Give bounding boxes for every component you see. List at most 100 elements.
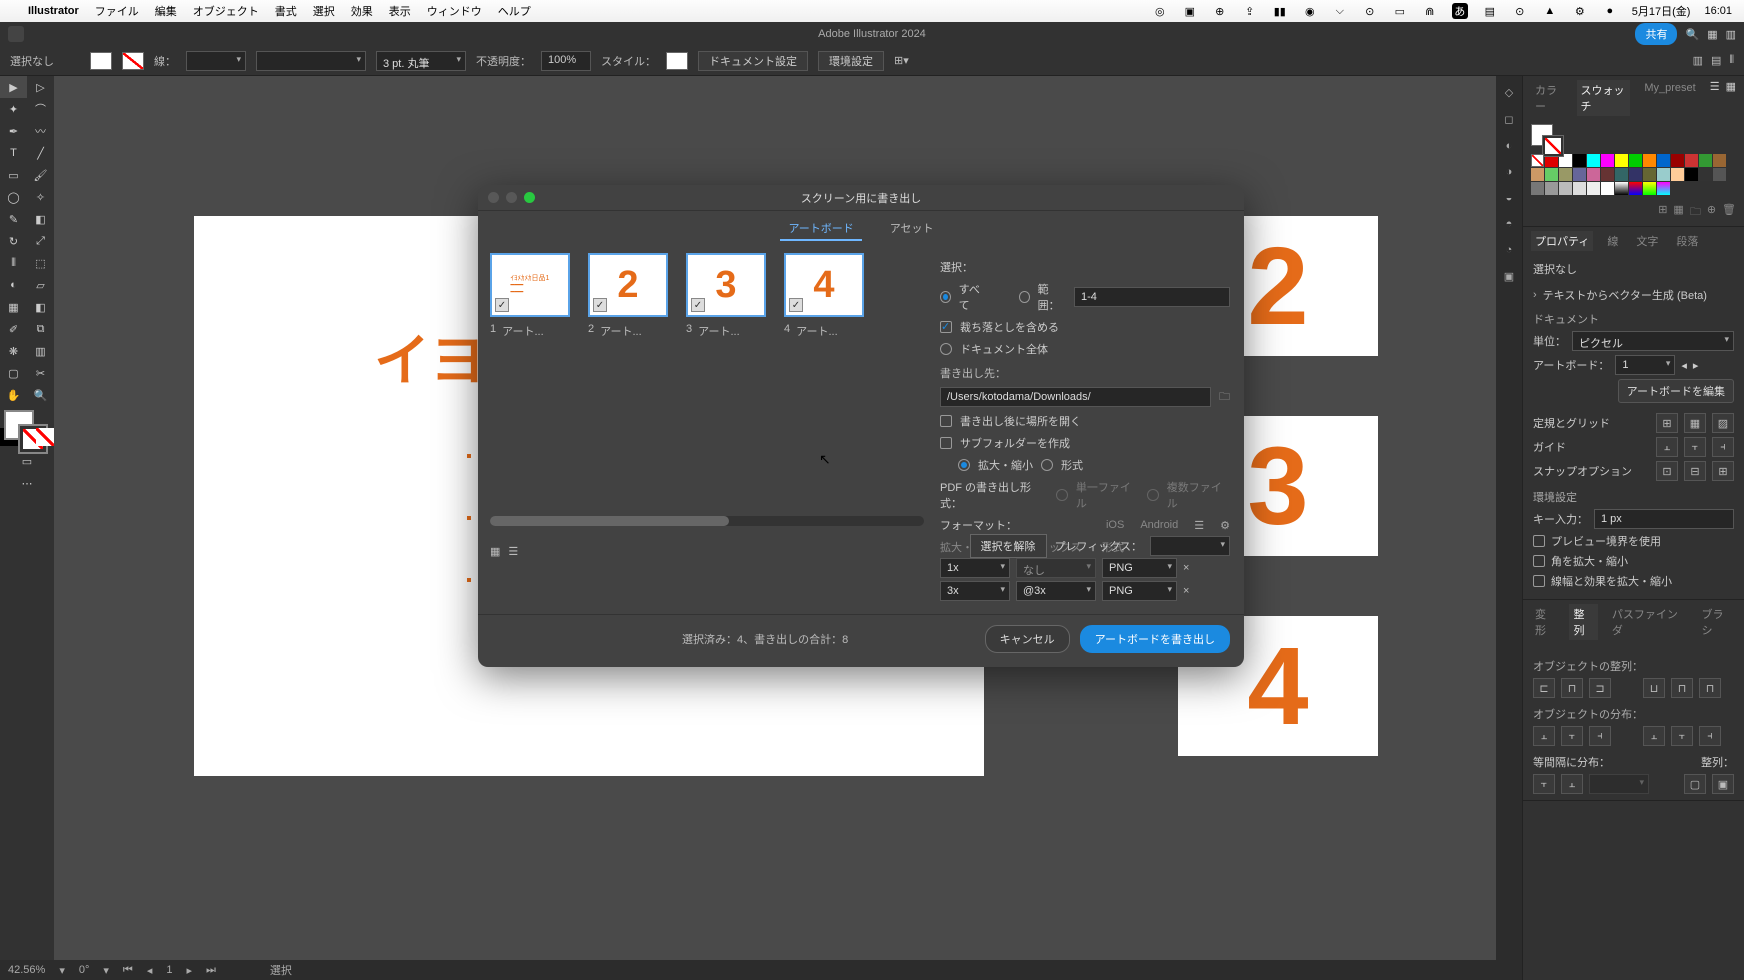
- radio-full-doc[interactable]: [940, 343, 952, 355]
- distribute-icon[interactable]: ⫞: [1699, 726, 1721, 746]
- align-vcenter-icon[interactable]: ⊓: [1671, 678, 1693, 698]
- stroke-swatch[interactable]: [122, 52, 144, 70]
- prev-artboard-icon[interactable]: ◂: [1681, 359, 1687, 372]
- nav-first-icon[interactable]: ⏮: [123, 964, 133, 977]
- key-input[interactable]: [1594, 509, 1734, 529]
- panel-icon[interactable]: ▤: [1711, 54, 1721, 67]
- direct-select-tool-icon[interactable]: ▷: [27, 76, 54, 98]
- battery-icon[interactable]: ▭: [1392, 3, 1408, 19]
- fill-swatch[interactable]: [90, 52, 112, 70]
- panel-tab-align[interactable]: 整列: [1569, 604, 1597, 640]
- pencil-tool-icon[interactable]: ✎: [0, 208, 27, 230]
- align-top-icon[interactable]: ⊔: [1643, 678, 1665, 698]
- perspective-tool-icon[interactable]: ▱: [27, 274, 54, 296]
- scale-select-2[interactable]: 3x: [940, 581, 1010, 601]
- dock-icon[interactable]: ◒: [1506, 192, 1513, 204]
- menubar-time[interactable]: 16:01: [1704, 5, 1732, 17]
- gradient-tool-icon[interactable]: ◧: [27, 296, 54, 318]
- vector-gen-link[interactable]: テキストからベクター生成 (Beta): [1543, 287, 1707, 303]
- dock-icon[interactable]: ◓: [1506, 218, 1513, 230]
- ellipse-tool-icon[interactable]: ◯: [0, 186, 27, 208]
- radio-sub-scale[interactable]: [958, 459, 970, 471]
- shaper-tool-icon[interactable]: ✧: [27, 186, 54, 208]
- status-icon[interactable]: ▮▮: [1272, 3, 1288, 19]
- zoom-tool-icon[interactable]: 🔍: [27, 384, 54, 406]
- rectangle-tool-icon[interactable]: ▭: [0, 164, 27, 186]
- blend-tool-icon[interactable]: ⧉: [27, 318, 54, 340]
- artboard-thumb-1[interactable]: ｲﾖﾒｶﾒｶ日品1━━━━━━✓ 1アート...: [490, 253, 570, 339]
- radio-pdf-single[interactable]: [1056, 489, 1068, 501]
- stroke-weight-select[interactable]: [186, 51, 246, 71]
- guide-icon[interactable]: ⫞: [1712, 437, 1734, 457]
- snap-icon[interactable]: ⊞: [1712, 461, 1734, 481]
- artboard-thumb-3[interactable]: 3✓ 3アート...: [686, 253, 766, 339]
- list-icon[interactable]: ☰: [1194, 519, 1204, 532]
- suffix-input-2[interactable]: @3x: [1016, 581, 1096, 601]
- ime-icon[interactable]: あ: [1452, 3, 1468, 19]
- align-left-icon[interactable]: ⊏: [1533, 678, 1555, 698]
- menu-help[interactable]: ヘルプ: [498, 3, 531, 19]
- align-right-icon[interactable]: ⊐: [1589, 678, 1611, 698]
- nav-last-icon[interactable]: ⏭: [206, 964, 216, 977]
- magic-wand-tool-icon[interactable]: ✦: [0, 98, 27, 120]
- user-icon[interactable]: ▲: [1542, 3, 1558, 19]
- menu-object[interactable]: オブジェクト: [193, 3, 259, 19]
- menubar-date[interactable]: 5月17日(金): [1632, 3, 1691, 19]
- close-icon[interactable]: [488, 192, 499, 203]
- screen-mode-icon[interactable]: ▭: [0, 450, 54, 472]
- panel-tab-paragraph[interactable]: 段落: [1672, 231, 1702, 251]
- panel-icon[interactable]: ▥: [1693, 54, 1703, 67]
- status-icon[interactable]: ◎: [1152, 3, 1168, 19]
- unit-select[interactable]: ピクセル: [1572, 331, 1734, 351]
- artboard-tool-icon[interactable]: ▢: [0, 362, 27, 384]
- swatch-action-icon[interactable]: 🗀: [1690, 203, 1701, 222]
- swatch-action-icon[interactable]: ▦: [1673, 203, 1683, 222]
- edit-artboard-button[interactable]: アートボードを編集: [1618, 379, 1734, 403]
- list-view-icon[interactable]: ☰: [508, 545, 518, 558]
- format-select-1[interactable]: PNG: [1102, 558, 1177, 578]
- stroke-profile-select[interactable]: 3 pt. 丸筆: [376, 51, 466, 71]
- nav-next-icon[interactable]: ▸: [186, 964, 192, 977]
- status-icon[interactable]: ⇪: [1242, 3, 1258, 19]
- eraser-tool-icon[interactable]: ◧: [27, 208, 54, 230]
- swatch-action-icon[interactable]: ⊞: [1658, 203, 1667, 222]
- include-bleed-checkbox[interactable]: [940, 321, 952, 333]
- curvature-tool-icon[interactable]: 〰: [27, 120, 54, 142]
- radio-pdf-multi[interactable]: [1147, 489, 1159, 501]
- panel-tab-transform[interactable]: 変形: [1531, 604, 1559, 640]
- range-input[interactable]: [1074, 287, 1230, 307]
- paintbrush-tool-icon[interactable]: 🖌: [27, 164, 54, 186]
- panel-tab-stroke[interactable]: 線: [1603, 231, 1622, 251]
- search-icon[interactable]: 🔍: [1685, 28, 1699, 41]
- open-after-checkbox[interactable]: [940, 415, 952, 427]
- menu-type[interactable]: 書式: [275, 3, 297, 19]
- cancel-button[interactable]: キャンセル: [985, 625, 1070, 653]
- panel-tab-character[interactable]: 文字: [1632, 231, 1662, 251]
- symbol-tool-icon[interactable]: ❋: [0, 340, 27, 362]
- doc-setup-button[interactable]: ドキュメント設定: [698, 51, 808, 71]
- align-icon[interactable]: ⊞▾: [894, 54, 909, 67]
- prefix-input[interactable]: [1150, 536, 1230, 556]
- dock-icon[interactable]: ▣: [1504, 270, 1514, 283]
- grid-icon[interactable]: ▦: [1726, 80, 1736, 116]
- scale-select-1[interactable]: 1x: [940, 558, 1010, 578]
- status-icon[interactable]: ▣: [1182, 3, 1198, 19]
- spacing-icon[interactable]: ⫠: [1561, 774, 1583, 794]
- hand-tool-icon[interactable]: ✋: [0, 384, 27, 406]
- export-button[interactable]: アートボードを書き出し: [1080, 625, 1230, 653]
- panel-tab-brushes[interactable]: ブラシ: [1698, 604, 1736, 640]
- workspace-icon[interactable]: ▥: [1726, 28, 1736, 41]
- status-icon[interactable]: ▤: [1482, 3, 1498, 19]
- artboard-thumb-4[interactable]: 4✓ 4アート...: [784, 253, 864, 339]
- scale-strokes-checkbox[interactable]: [1533, 575, 1545, 587]
- align-hcenter-icon[interactable]: ⊓: [1561, 678, 1583, 698]
- dock-icon[interactable]: ◑: [1506, 166, 1513, 178]
- distribute-icon[interactable]: ⫟: [1671, 726, 1693, 746]
- zoom-level[interactable]: 42.56%: [8, 964, 45, 976]
- dock-icon[interactable]: ◇: [1505, 86, 1513, 99]
- dock-icon[interactable]: ◻: [1504, 113, 1513, 126]
- distribute-icon[interactable]: ⫞: [1589, 726, 1611, 746]
- mesh-tool-icon[interactable]: ▦: [0, 296, 27, 318]
- share-button[interactable]: 共有: [1635, 23, 1677, 45]
- distribute-icon[interactable]: ⫠: [1643, 726, 1665, 746]
